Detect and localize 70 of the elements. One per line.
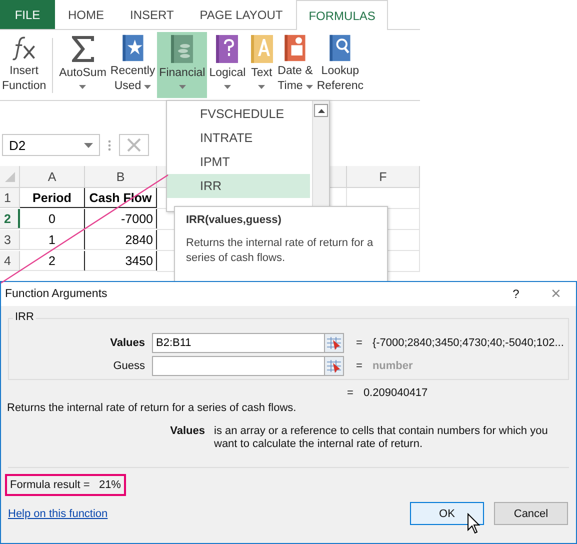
column-header[interactable]: F: [347, 166, 420, 188]
formula-result: Formula result = 21%: [5, 474, 126, 496]
dialog-button[interactable]: Cancel: [494, 502, 568, 525]
range-picker-icon[interactable]: [324, 333, 344, 353]
help-button[interactable]: ?: [496, 287, 536, 301]
caret-icon: [84, 142, 93, 148]
table-cell: Period: [20, 188, 85, 208]
column-header[interactable]: A: [20, 166, 85, 188]
scroll-up-button[interactable]: [314, 104, 328, 117]
input-field[interactable]: [152, 356, 324, 376]
tooltip-text: Returns the internal rate of return for a series of cash flows.: [186, 236, 374, 266]
calendar-book-icon: [283, 34, 308, 62]
argument-label: Guess: [112, 360, 145, 372]
table-cell: 0: [20, 209, 85, 229]
equals-sign: =: [356, 360, 362, 372]
argument-label: Values: [109, 337, 145, 349]
ribbon-button[interactable]: Date & Time: [276, 32, 315, 98]
menu-item[interactable]: INTRATE: [167, 126, 310, 150]
sigma-icon: [70, 34, 96, 64]
question-book-icon: [215, 34, 240, 64]
result-value: 0.209040417: [363, 387, 428, 399]
row-header[interactable]: 2: [0, 209, 20, 229]
tooltip-title: IRR(values,guess): [186, 214, 282, 226]
ribbon-button[interactable]: Financial: [157, 32, 208, 98]
row-header[interactable]: 3: [0, 230, 20, 250]
input-field[interactable]: B2:B11: [152, 333, 324, 353]
up-arrow-icon: [318, 108, 324, 112]
menu-item[interactable]: IPMT: [167, 150, 310, 174]
row-header[interactable]: 1: [0, 188, 20, 208]
ribbon-button[interactable]: Lookup Referenc: [314, 32, 366, 98]
argument-help: is an array or a reference to cells that contain numbers for which you want to calculate the internal rate of return.: [214, 425, 549, 451]
dialog-button[interactable]: OK: [410, 502, 484, 525]
ribbon-tab[interactable]: FILE: [0, 0, 55, 29]
star-book-icon: [120, 34, 145, 62]
menu-item[interactable]: IRR: [167, 174, 310, 198]
argument-value: {-7000;2840;3450;4730;40;-5040;102...: [372, 337, 564, 349]
equals-sign: =: [356, 337, 362, 349]
ribbon-button[interactable]: Recently Used: [108, 32, 158, 98]
ribbon-button[interactable]: Text: [248, 32, 276, 98]
equals-sign: =: [347, 387, 354, 399]
dialog-title: Function Arguments: [5, 288, 108, 300]
row-header[interactable]: 4: [0, 251, 20, 271]
function-description: Returns the internal rate of return for a series of cash flows.: [7, 402, 298, 414]
close-button[interactable]: ×: [536, 284, 576, 304]
ribbon-button[interactable]: AutoSum: [57, 32, 108, 98]
table-cell: -7000: [85, 209, 157, 229]
table-cell: 1: [20, 230, 85, 250]
name-box[interactable]: D2: [2, 134, 100, 156]
column-header[interactable]: B: [85, 166, 157, 188]
menu-item[interactable]: FVSCHEDULE: [167, 102, 310, 126]
coins-book-icon: [170, 34, 194, 64]
group-label: IRR: [13, 311, 36, 323]
ribbon-tab[interactable]: PAGE LAYOUT: [186, 0, 296, 29]
table-cell: 2840: [85, 230, 157, 250]
ribbon-tab[interactable]: FORMULAS: [296, 0, 388, 30]
ribbon-button[interactable]: Logical: [207, 32, 248, 98]
grip-icon: [108, 140, 111, 150]
table-cell: 3450: [85, 251, 157, 271]
ribbon-tab[interactable]: INSERT: [117, 0, 187, 29]
close-icon: [127, 138, 141, 152]
magnifier-book-icon: [328, 34, 352, 62]
table-cell: 2: [20, 251, 85, 271]
ribbon-tab[interactable]: HOME: [55, 0, 117, 29]
argument-value: number: [372, 360, 413, 372]
argument-name: Values: [169, 425, 205, 439]
ribbon-button[interactable]: Insert Function: [0, 32, 48, 98]
range-picker-icon[interactable]: [324, 356, 344, 376]
pointer-icon: [467, 513, 481, 535]
letter-book-icon: [250, 34, 274, 64]
help-link[interactable]: Help on this function: [8, 508, 400, 520]
